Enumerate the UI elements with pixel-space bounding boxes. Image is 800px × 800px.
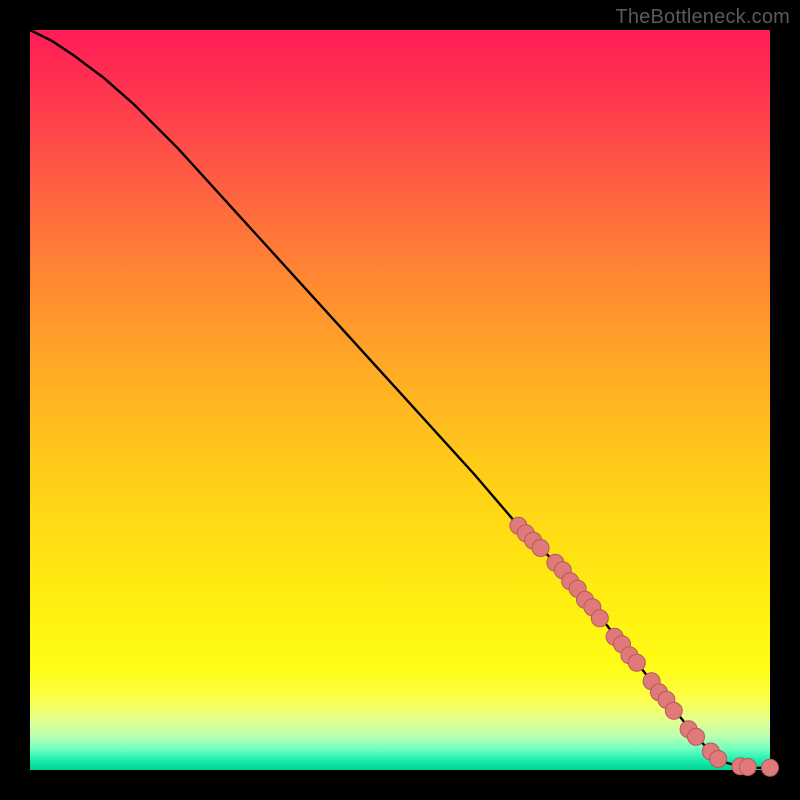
marker-dot xyxy=(739,759,756,776)
marker-dot xyxy=(665,702,682,719)
marker-dot xyxy=(628,654,645,671)
marker-dot xyxy=(710,750,727,767)
watermark-text: TheBottleneck.com xyxy=(615,6,790,29)
chart-stage: TheBottleneck.com xyxy=(0,0,800,800)
markers-group xyxy=(510,517,779,776)
chart-overlay-svg xyxy=(30,30,770,770)
marker-dot xyxy=(688,728,705,745)
marker-dot xyxy=(762,759,779,776)
marker-dot xyxy=(591,610,608,627)
plot-area xyxy=(30,30,770,770)
curve-line xyxy=(30,30,770,768)
marker-dot xyxy=(532,540,549,557)
